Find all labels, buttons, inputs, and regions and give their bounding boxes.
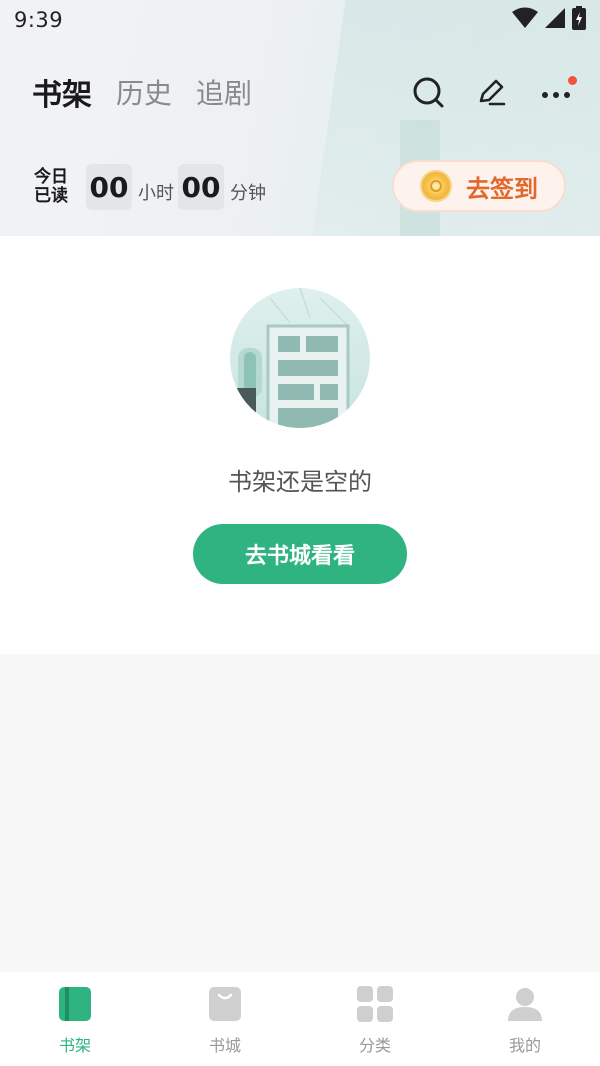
tab-drama[interactable]: 追剧	[196, 72, 252, 112]
bookshelf-icon	[55, 984, 95, 1024]
empty-message: 书架还是空的	[228, 468, 372, 496]
bookstore-icon	[205, 984, 245, 1024]
edit-button[interactable]	[474, 76, 510, 112]
hours-value: 00	[86, 164, 132, 210]
category-grid-icon	[355, 984, 395, 1024]
go-to-bookstore-button[interactable]: 去书城看看	[193, 524, 407, 584]
profile-icon	[505, 984, 545, 1024]
tab-bookshelf[interactable]: 书架	[32, 70, 92, 114]
search-button[interactable]	[410, 76, 446, 112]
more-icon	[541, 85, 571, 104]
status-time: 9:39	[14, 8, 64, 32]
hours-unit: 小时	[138, 183, 174, 204]
checkin-button[interactable]: 去签到	[392, 160, 566, 212]
today-read-label-line1: 今日	[34, 167, 68, 187]
notification-dot	[568, 76, 577, 85]
battery-charging-icon	[572, 6, 586, 34]
top-tabs: 书架 历史 追剧	[32, 70, 252, 114]
checkin-label: 去签到	[466, 174, 538, 203]
status-icons	[512, 6, 586, 34]
today-reading-row: 今日 已读 00 小时 00 分钟	[34, 162, 266, 212]
minutes-unit: 分钟	[230, 183, 266, 204]
cellular-signal-icon	[544, 7, 566, 33]
gold-coin-icon	[420, 170, 452, 202]
search-icon	[411, 75, 445, 113]
nav-item-profile[interactable]: 我的	[450, 972, 600, 1066]
tab-history[interactable]: 历史	[116, 72, 172, 112]
nav-label-profile: 我的	[508, 1036, 541, 1055]
edit-icon	[476, 76, 508, 112]
empty-bookshelf-illustration	[230, 288, 370, 428]
nav-item-bookshelf[interactable]: 书架	[0, 972, 150, 1066]
top-actions	[410, 74, 577, 114]
bottom-nav: 书架 书城 分类 我的	[0, 972, 600, 1066]
minutes-value: 00	[178, 164, 224, 210]
nav-item-bookstore[interactable]: 书城	[150, 972, 300, 1066]
more-button[interactable]	[538, 76, 577, 112]
nav-item-category[interactable]: 分类	[300, 972, 450, 1066]
wifi-icon	[512, 7, 538, 33]
nav-label-category: 分类	[358, 1036, 391, 1055]
today-read-label: 今日 已读	[34, 168, 76, 206]
status-bar: 9:39	[0, 0, 600, 40]
nav-label-bookshelf: 书架	[58, 1036, 91, 1055]
nav-label-bookstore: 书城	[208, 1036, 241, 1055]
today-read-label-line2: 已读	[34, 186, 68, 206]
